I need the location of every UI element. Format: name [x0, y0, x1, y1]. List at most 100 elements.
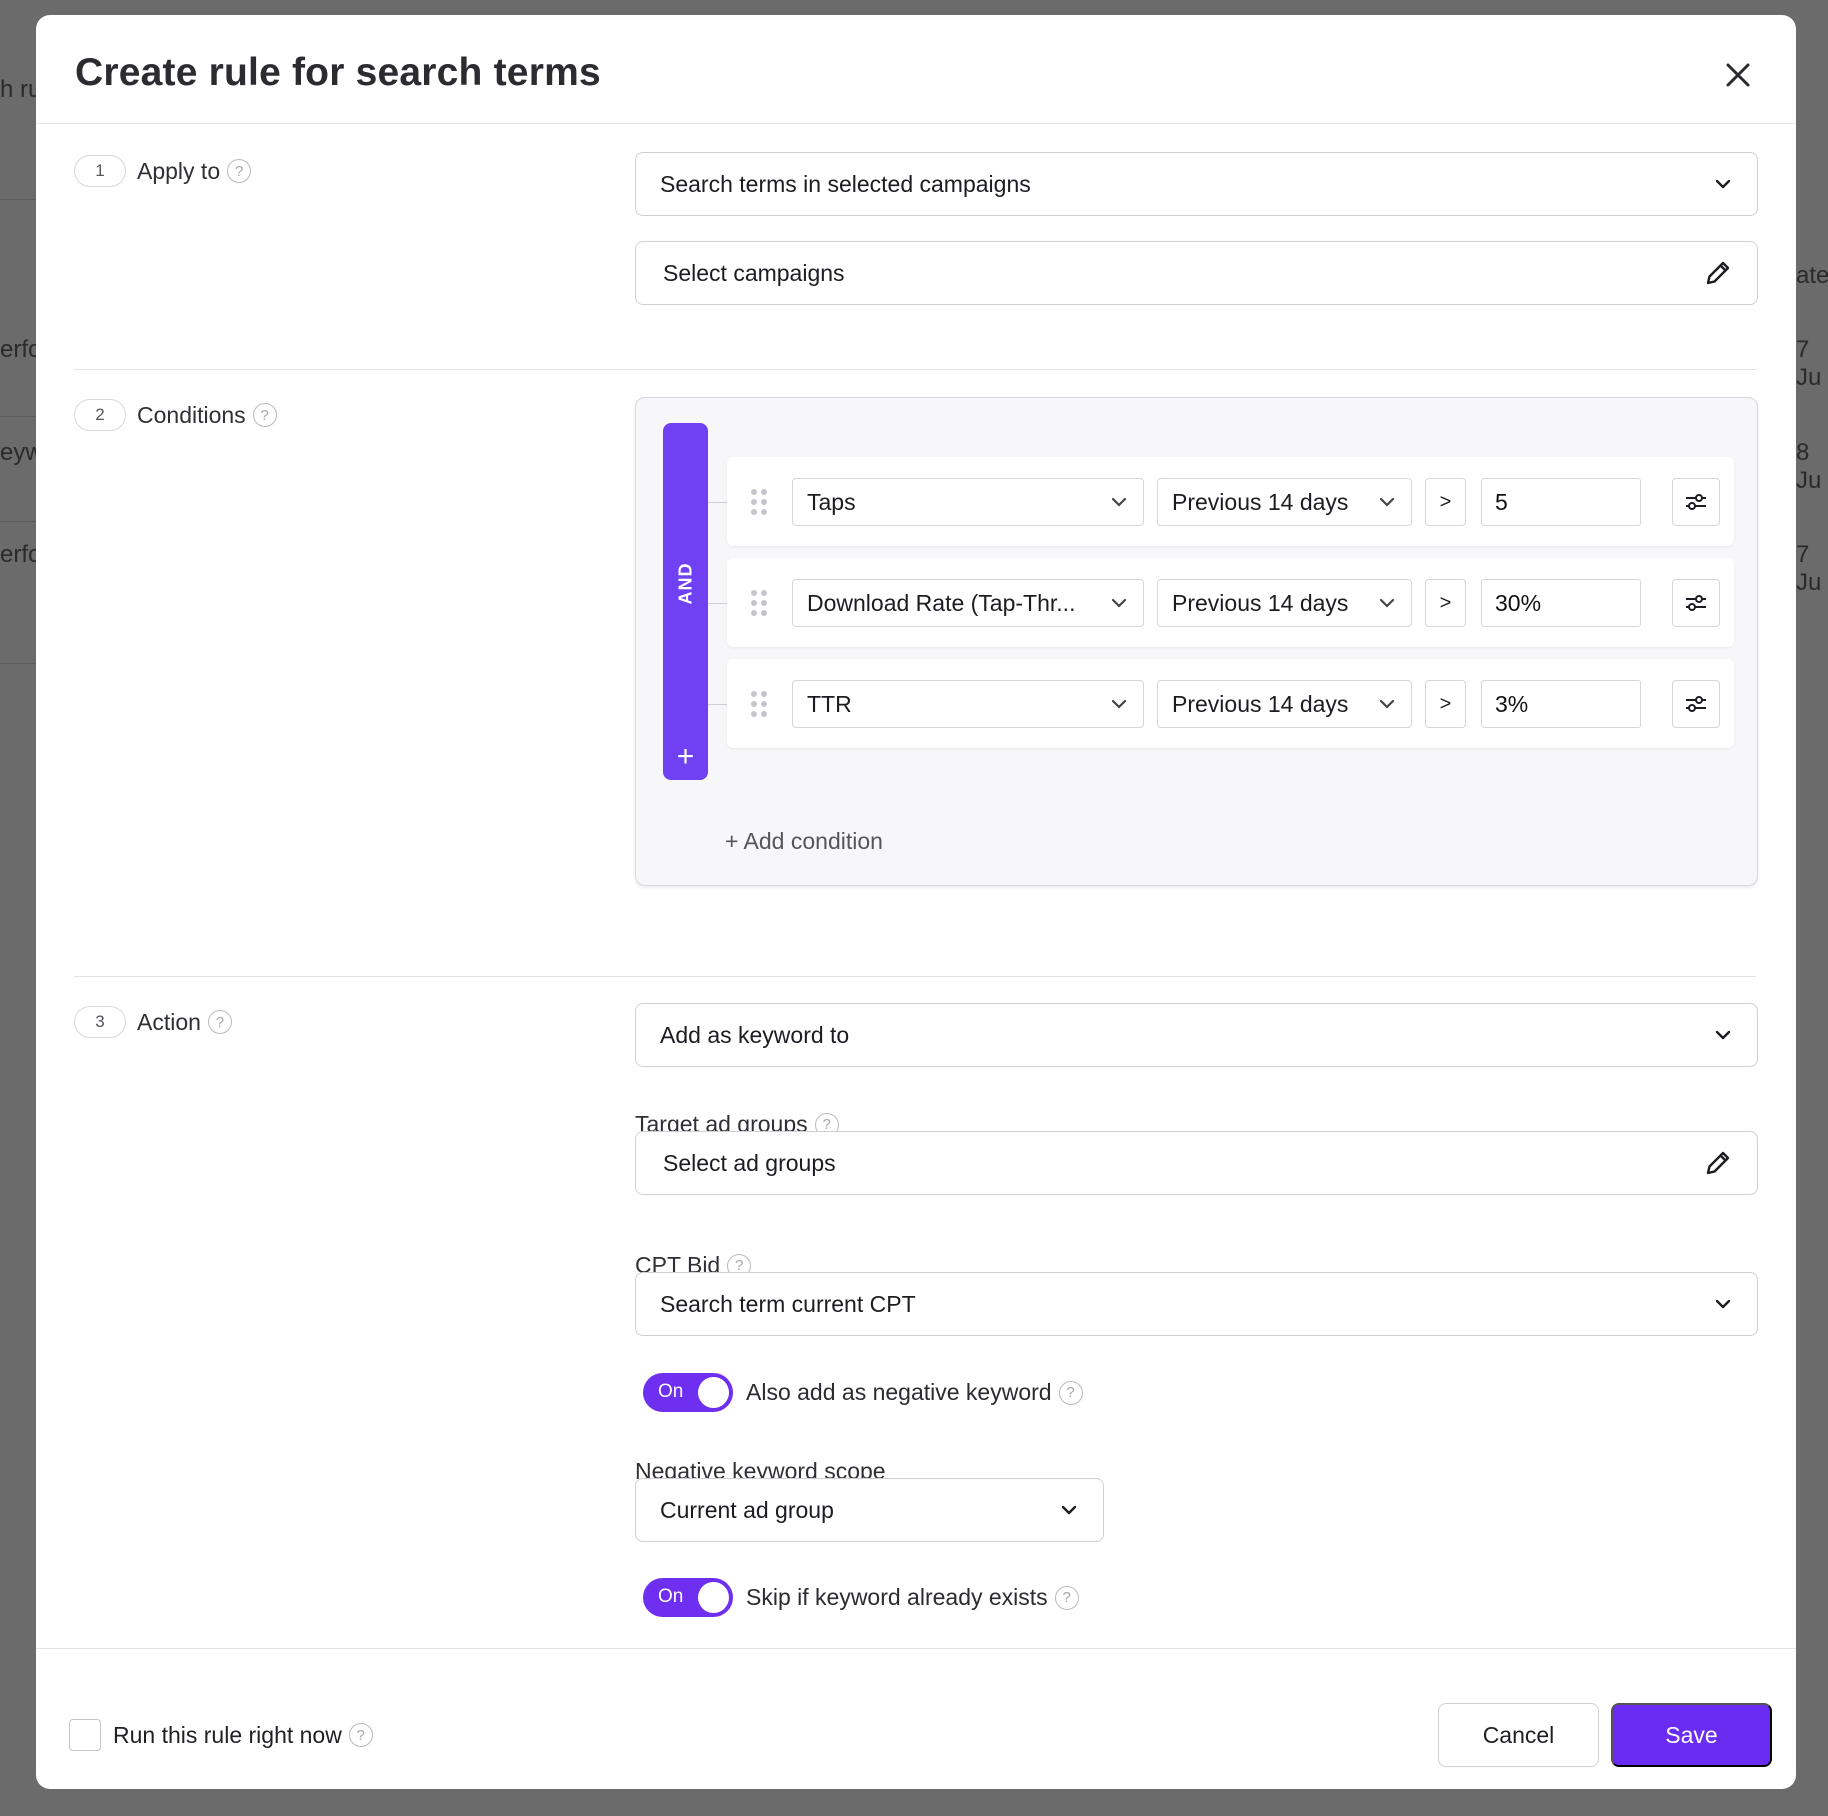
select-value: Search term current CPT	[660, 1290, 916, 1317]
chevron-down-icon	[1109, 593, 1129, 613]
run-now-checkbox[interactable]	[69, 1719, 101, 1751]
dialog-header: Create rule for search terms	[36, 15, 1796, 124]
bg-divider	[0, 521, 36, 522]
cancel-button[interactable]: Cancel	[1438, 1703, 1599, 1767]
bg-fragment: 7 Ju	[1796, 541, 1822, 596]
step-number: 1	[74, 155, 126, 187]
negative-keyword-toggle[interactable]: On	[643, 1373, 733, 1412]
pencil-icon[interactable]	[1703, 258, 1733, 288]
value-input[interactable]: 30%	[1481, 579, 1641, 627]
bg-divider	[0, 663, 36, 664]
section-divider	[74, 976, 1756, 977]
period-select[interactable]: Previous 14 days	[1157, 579, 1412, 627]
help-icon[interactable]: ?	[1054, 1585, 1079, 1610]
drag-handle-icon[interactable]	[751, 590, 767, 618]
step-number: 2	[74, 399, 126, 431]
chevron-down-icon	[1713, 174, 1733, 194]
sliders-icon	[1686, 696, 1706, 712]
bg-divider	[0, 416, 36, 417]
condition-row: Taps Previous 14 days > 5	[727, 457, 1734, 546]
help-icon[interactable]: ?	[227, 159, 252, 183]
negative-scope-select[interactable]: Current ad group	[635, 1478, 1104, 1542]
period-select[interactable]: Previous 14 days	[1157, 680, 1412, 728]
toggle-state: On	[658, 1381, 684, 1402]
section-divider	[74, 369, 1756, 370]
period-value: Previous 14 days	[1172, 589, 1349, 616]
dialog-title: Create rule for search terms	[75, 51, 601, 94]
operator-select[interactable]: >	[1425, 478, 1466, 526]
skip-existing-toggle-row: On Skip if keyword already exists ?	[643, 1578, 1079, 1617]
metric-value: Taps	[807, 488, 856, 515]
chevron-down-icon	[1109, 492, 1129, 512]
condition-row: Download Rate (Tap-Thr... Previous 14 da…	[727, 558, 1734, 647]
help-icon[interactable]: ?	[348, 1723, 373, 1747]
filter-settings-button[interactable]	[1672, 680, 1720, 728]
toggle-label: Also add as negative keyword	[746, 1379, 1052, 1405]
section-title: Apply to	[137, 157, 221, 184]
negative-keyword-toggle-row: On Also add as negative keyword ?	[643, 1373, 1083, 1412]
metric-select[interactable]: Download Rate (Tap-Thr...	[792, 579, 1144, 627]
operator-select[interactable]: >	[1425, 680, 1466, 728]
run-now-label: Run this rule right now ?	[113, 1719, 373, 1751]
conditions-panel: AND + Taps Previous 14 days > 5 Download…	[635, 397, 1758, 886]
skip-existing-toggle[interactable]: On	[643, 1578, 733, 1617]
apply-to-select[interactable]: Search terms in selected campaigns	[635, 152, 1758, 216]
section-title: Conditions	[137, 401, 246, 428]
metric-select[interactable]: TTR	[792, 680, 1144, 728]
chevron-down-icon	[1059, 1500, 1079, 1520]
bg-fragment: ate	[1796, 262, 1828, 289]
action-label: 3 Action ?	[74, 1006, 232, 1038]
metric-select[interactable]: Taps	[792, 478, 1144, 526]
chevron-down-icon	[1713, 1025, 1733, 1045]
period-value: Previous 14 days	[1172, 488, 1349, 515]
select-value: Add as keyword to	[660, 1021, 850, 1048]
sliders-icon	[1686, 494, 1706, 510]
field-value: Select ad groups	[663, 1149, 836, 1176]
add-condition-link[interactable]: + Add condition	[725, 828, 883, 855]
period-value: Previous 14 days	[1172, 690, 1349, 717]
close-button[interactable]	[1718, 55, 1758, 95]
chevron-down-icon	[1713, 1294, 1733, 1314]
metric-value: Download Rate (Tap-Thr...	[807, 589, 1076, 616]
chevron-down-icon	[1377, 492, 1397, 512]
select-value: Current ad group	[660, 1496, 834, 1523]
bg-divider	[0, 199, 36, 200]
connector-line	[708, 603, 727, 604]
period-select[interactable]: Previous 14 days	[1157, 478, 1412, 526]
select-ad-groups-field[interactable]: Select ad groups	[635, 1131, 1758, 1195]
filter-settings-button[interactable]	[1672, 478, 1720, 526]
section-title: Action	[137, 1008, 201, 1035]
value-input[interactable]: 3%	[1481, 680, 1641, 728]
dialog-footer: Run this rule right now ? Cancel Save	[36, 1648, 1796, 1789]
add-group-icon[interactable]: +	[663, 740, 708, 774]
help-icon[interactable]: ?	[207, 1010, 232, 1034]
chevron-down-icon	[1377, 694, 1397, 714]
and-group-bar[interactable]: AND +	[663, 423, 708, 780]
logic-label: AND	[675, 562, 695, 604]
cpt-bid-select[interactable]: Search term current CPT	[635, 1272, 1758, 1336]
drag-handle-icon[interactable]	[751, 489, 767, 517]
select-value: Search terms in selected campaigns	[660, 170, 1031, 197]
field-value: Select campaigns	[663, 259, 845, 286]
toggle-knob	[698, 1582, 729, 1613]
filter-settings-button[interactable]	[1672, 579, 1720, 627]
toggle-label: Skip if keyword already exists	[746, 1584, 1048, 1610]
action-select[interactable]: Add as keyword to	[635, 1003, 1758, 1067]
apply-to-label: 1 Apply to ?	[74, 155, 252, 187]
toggle-state: On	[658, 1586, 684, 1607]
select-campaigns-field[interactable]: Select campaigns	[635, 241, 1758, 305]
metric-value: TTR	[807, 690, 852, 717]
save-button[interactable]: Save	[1611, 1703, 1772, 1767]
bg-fragment: 7 Ju	[1796, 336, 1822, 391]
pencil-icon[interactable]	[1703, 1148, 1733, 1178]
create-rule-dialog: Create rule for search terms 1 Apply to …	[36, 15, 1796, 1789]
chevron-down-icon	[1109, 694, 1129, 714]
close-icon	[1726, 63, 1750, 87]
drag-handle-icon[interactable]	[751, 691, 767, 719]
value-input[interactable]: 5	[1481, 478, 1641, 526]
help-icon[interactable]: ?	[252, 403, 277, 427]
step-number: 3	[74, 1006, 126, 1038]
help-icon[interactable]: ?	[1058, 1380, 1083, 1405]
operator-select[interactable]: >	[1425, 579, 1466, 627]
connector-line	[708, 502, 727, 503]
